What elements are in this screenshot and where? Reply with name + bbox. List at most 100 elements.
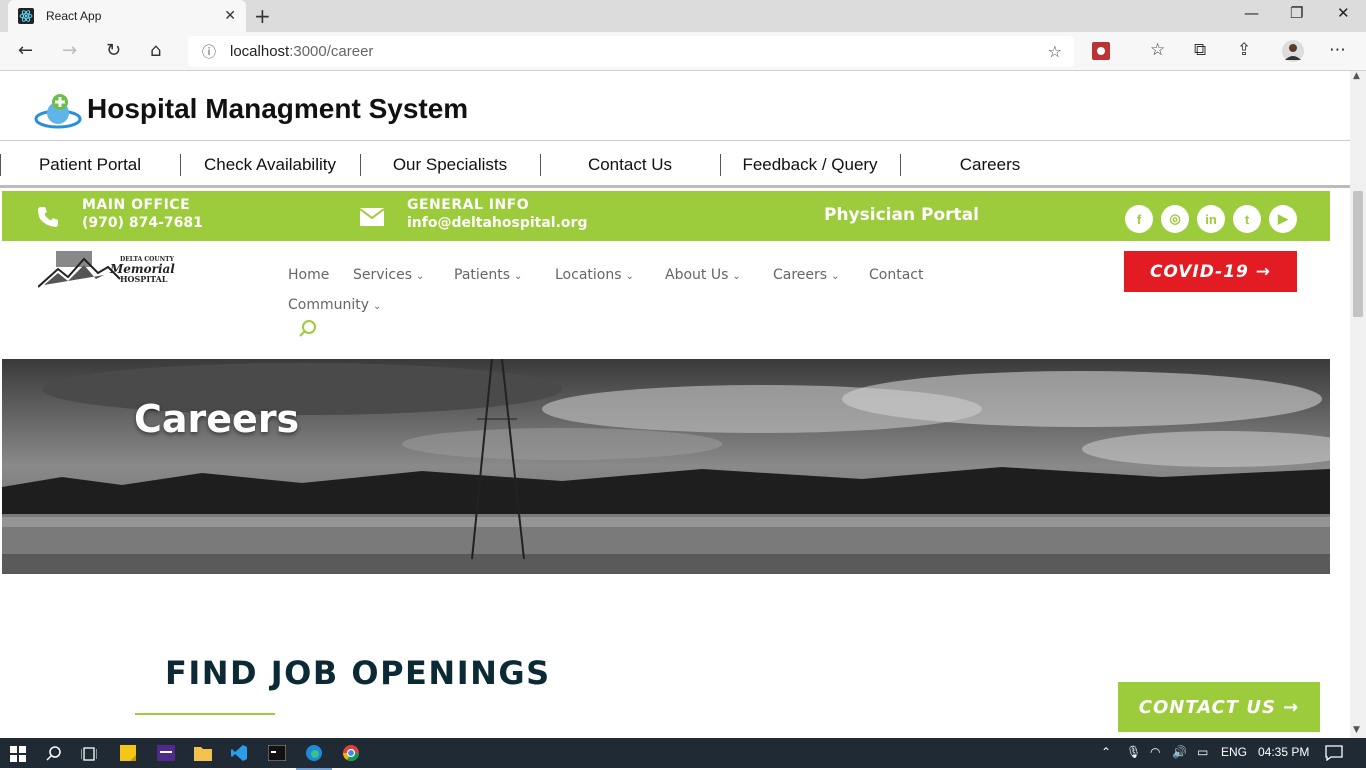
chrome-taskbar-icon[interactable] <box>341 743 361 763</box>
site-info-icon[interactable]: ⓘ <box>202 42 216 62</box>
nav-patient-portal[interactable]: Patient Portal <box>0 155 180 175</box>
more-menu-icon[interactable]: ⋯ <box>1329 40 1346 60</box>
phone-icon <box>38 207 58 227</box>
favorite-star-icon[interactable]: ☆ <box>1048 42 1062 61</box>
browser-tab-bar: React App ✕ + — ❐ ✕ <box>0 0 1366 32</box>
menu-home-label: Home <box>288 267 330 283</box>
minimize-button[interactable]: — <box>1244 4 1259 22</box>
profile-avatar[interactable] <box>1282 40 1304 62</box>
menu-services[interactable]: Services ⌄ <box>353 267 424 283</box>
clock[interactable]: 04:35 PM <box>1258 745 1309 759</box>
nav-feedback-query[interactable]: Feedback / Query <box>720 155 900 175</box>
url-host: localhost <box>230 43 290 60</box>
twitter-icon[interactable]: t <box>1233 205 1261 233</box>
contact-info-bar: MAIN OFFICE (970) 874-7681 GENERAL INFO … <box>2 191 1330 241</box>
edge-taskbar-icon[interactable] <box>296 743 332 770</box>
chevron-down-icon: ⌄ <box>416 271 425 282</box>
scroll-up-icon[interactable]: ▲ <box>1353 71 1360 81</box>
page-viewport: Hospital Managment System Patient Portal… <box>0 71 1350 738</box>
new-tab-button[interactable]: + <box>254 4 271 28</box>
embedded-site: MAIN OFFICE (970) 874-7681 GENERAL INFO … <box>2 191 1330 738</box>
collections-icon[interactable]: ⧉ <box>1194 40 1206 60</box>
language-indicator[interactable]: ENG <box>1221 745 1247 759</box>
physician-portal-link[interactable]: Physician Portal <box>824 205 979 225</box>
search-icon[interactable] <box>46 745 62 761</box>
home-icon[interactable]: ⌂ <box>150 40 161 61</box>
menu-about-us-label: About Us <box>665 267 729 283</box>
forward-icon[interactable]: → <box>62 40 77 61</box>
menu-patients[interactable]: Patients ⌄ <box>454 267 522 283</box>
menu-community-label: Community <box>288 297 370 313</box>
chevron-down-icon: ⌄ <box>732 271 741 282</box>
logo-hospital: HOSPITAL <box>120 274 168 284</box>
battery-icon[interactable]: ▭ <box>1197 745 1208 759</box>
windows-start-icon[interactable] <box>10 746 26 762</box>
title-underline <box>135 713 275 715</box>
main-office-phone[interactable]: (970) 874-7681 <box>82 215 203 231</box>
vscode-icon[interactable] <box>231 745 247 761</box>
chevron-down-icon: ⌄ <box>373 301 382 312</box>
chevron-down-icon: ⌄ <box>625 271 634 282</box>
amazon-music-icon[interactable] <box>157 745 175 761</box>
instagram-icon[interactable]: ◎ <box>1161 205 1189 233</box>
menu-home[interactable]: Home <box>288 267 329 283</box>
scroll-down-icon[interactable]: ▼ <box>1353 725 1360 735</box>
linkedin-icon[interactable]: in <box>1197 205 1225 233</box>
search-icon[interactable] <box>298 319 318 339</box>
menu-contact[interactable]: Contact <box>869 267 923 283</box>
youtube-icon[interactable]: ▶ <box>1269 205 1297 233</box>
chrome-icon <box>342 745 360 762</box>
tray-chevron-up-icon[interactable]: ⌃ <box>1101 745 1111 759</box>
restore-button[interactable]: ❐ <box>1290 4 1303 22</box>
tab-close-icon[interactable]: ✕ <box>224 8 236 24</box>
nav-check-availability[interactable]: Check Availability <box>180 155 360 175</box>
chevron-down-icon: ⌄ <box>514 271 523 282</box>
share-icon[interactable]: ⇪ <box>1237 40 1251 60</box>
microphone-icon[interactable]: 🎙 <box>1126 745 1141 759</box>
favorites-icon[interactable]: ☆ <box>1150 40 1165 60</box>
browser-toolbar: ← → ↻ ⌂ ⓘ localhost:3000/career ☆ ☆ ⧉ ⇪ … <box>0 32 1366 71</box>
menu-services-label: Services <box>353 267 413 283</box>
back-icon[interactable]: ← <box>18 40 33 61</box>
file-explorer-icon[interactable] <box>194 745 212 761</box>
delta-county-logo[interactable]: DELTA COUNTY Memorial HOSPITAL <box>38 249 186 291</box>
facebook-icon[interactable]: f <box>1125 205 1153 233</box>
react-icon <box>18 8 34 24</box>
menu-careers[interactable]: Careers ⌄ <box>773 267 839 283</box>
contact-us-button[interactable]: CONTACT US → <box>1118 682 1320 732</box>
general-info-email[interactable]: info@deltahospital.org <box>407 215 587 231</box>
browser-tab[interactable]: React App ✕ <box>8 0 246 32</box>
url-text: localhost:3000/career <box>230 43 373 60</box>
address-bar[interactable]: ⓘ localhost:3000/career ☆ <box>188 36 1074 67</box>
task-view-icon[interactable] <box>81 746 97 762</box>
hospital-logo-icon <box>34 94 82 129</box>
general-info-label: GENERAL INFO <box>407 197 530 213</box>
page-scrollbar[interactable]: ▲ ▼ <box>1350 71 1366 738</box>
terminal-icon[interactable] <box>268 745 286 761</box>
menu-careers-label: Careers <box>773 267 828 283</box>
nav-contact-us[interactable]: Contact Us <box>540 155 720 175</box>
menu-locations-label: Locations <box>555 267 622 283</box>
menu-locations[interactable]: Locations ⌄ <box>555 267 634 283</box>
covid-19-button[interactable]: COVID-19 → <box>1124 251 1297 292</box>
hero-title: Careers <box>134 397 300 441</box>
chevron-down-icon: ⌄ <box>831 271 840 282</box>
nav-careers[interactable]: Careers <box>900 155 1080 175</box>
refresh-icon[interactable]: ↻ <box>106 40 121 61</box>
sticky-notes-icon[interactable] <box>120 745 136 761</box>
volume-icon[interactable]: 🔊 <box>1172 745 1187 759</box>
url-path: :3000/career <box>289 43 374 60</box>
close-window-button[interactable]: ✕ <box>1337 4 1350 22</box>
wifi-icon[interactable]: ◠ <box>1150 745 1160 759</box>
menu-about-us[interactable]: About Us ⌄ <box>665 267 741 283</box>
scrollbar-thumb[interactable] <box>1353 191 1363 317</box>
site-header: DELTA COUNTY Memorial HOSPITAL Home Serv… <box>2 241 1330 359</box>
extension-icon[interactable] <box>1092 42 1110 60</box>
app-title: Hospital Managment System <box>87 93 469 124</box>
section-title: FIND JOB OPENINGS <box>165 654 551 692</box>
envelope-icon <box>359 208 385 226</box>
nav-our-specialists[interactable]: Our Specialists <box>360 155 540 175</box>
main-office-label: MAIN OFFICE <box>82 197 191 213</box>
notification-center-icon[interactable] <box>1325 745 1343 761</box>
menu-community[interactable]: Community ⌄ <box>288 297 381 313</box>
